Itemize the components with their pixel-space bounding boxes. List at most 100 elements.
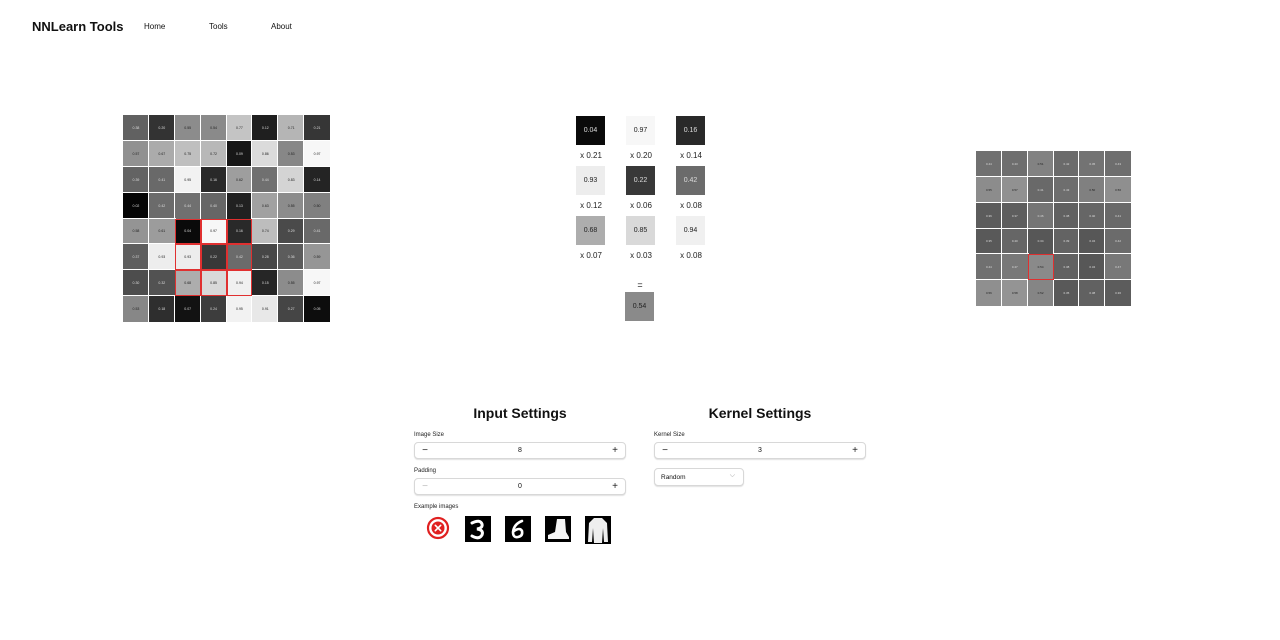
padding-decrement-button[interactable]: − bbox=[415, 479, 435, 494]
output-cell[interactable]: 0.56 bbox=[1104, 176, 1132, 204]
input-cell[interactable]: 0.02 bbox=[122, 192, 150, 219]
output-cell[interactable]: 0.43 bbox=[1104, 150, 1132, 178]
input-cell[interactable]: 0.57 bbox=[122, 140, 150, 168]
output-cell[interactable]: 0.38 bbox=[1053, 202, 1080, 229]
input-cell[interactable]: 0.75 bbox=[174, 140, 202, 168]
output-cell[interactable]: 0.52 bbox=[1027, 279, 1054, 307]
output-cell[interactable]: 0.37 bbox=[1001, 202, 1029, 229]
input-cell[interactable]: 0.86 bbox=[251, 140, 279, 168]
input-cell[interactable]: 0.41 bbox=[303, 218, 331, 245]
input-cell[interactable]: 0.97 bbox=[303, 140, 331, 168]
nav-tools[interactable]: Tools bbox=[209, 22, 228, 31]
output-cell[interactable]: 0.51 bbox=[1027, 150, 1054, 178]
clear-icon[interactable] bbox=[425, 516, 451, 544]
output-cell[interactable]: 0.50 bbox=[1078, 176, 1106, 204]
output-cell[interactable]: 0.34 bbox=[1078, 228, 1106, 255]
input-cell[interactable]: 0.18 bbox=[148, 295, 176, 323]
digit-6-icon[interactable] bbox=[505, 516, 531, 544]
kernel-size-value[interactable]: 3 bbox=[675, 447, 845, 454]
output-cell[interactable]: 0.43 bbox=[1053, 176, 1080, 204]
brand-logo[interactable]: NNLearn Tools bbox=[32, 19, 124, 34]
input-cell[interactable]: 0.71 bbox=[277, 114, 305, 142]
input-cell[interactable]: 0.58 bbox=[122, 218, 150, 245]
input-cell[interactable]: 0.91 bbox=[251, 295, 279, 323]
kernel-size-decrement-button[interactable]: − bbox=[655, 443, 675, 458]
output-cell[interactable]: 0.46 bbox=[1027, 202, 1054, 229]
input-cell[interactable]: 0.77 bbox=[226, 114, 253, 142]
output-cell[interactable]: 0.44 bbox=[975, 150, 1003, 178]
input-cell[interactable]: 0.53 bbox=[277, 140, 305, 168]
input-cell[interactable]: 0.93 bbox=[174, 244, 201, 271]
output-cell[interactable]: 0.47 bbox=[1001, 253, 1029, 281]
input-cell[interactable]: 0.93 bbox=[148, 243, 176, 271]
input-cell[interactable]: 0.42 bbox=[226, 244, 253, 271]
input-cell[interactable]: 0.41 bbox=[148, 166, 176, 194]
input-image-grid[interactable]: 0.38 0.20 0.55 0.54 0.77 0.12 0.71 0.21 0.57 0.67… bbox=[122, 114, 331, 323]
nav-about[interactable]: About bbox=[271, 22, 292, 31]
output-cell[interactable]: 0.54 bbox=[1027, 254, 1054, 281]
input-cell[interactable]: 0.61 bbox=[148, 218, 176, 245]
input-cell[interactable]: 0.85 bbox=[200, 270, 227, 297]
padding-value[interactable]: 0 bbox=[435, 483, 605, 490]
input-cell[interactable]: 0.39 bbox=[122, 166, 150, 194]
output-cell[interactable]: 0.35 bbox=[1053, 279, 1080, 307]
output-cell[interactable]: 0.57 bbox=[1001, 176, 1029, 204]
input-cell[interactable]: 0.07 bbox=[174, 295, 202, 323]
image-size-value[interactable]: 8 bbox=[435, 447, 605, 454]
input-cell[interactable]: 0.74 bbox=[251, 218, 279, 245]
output-cell[interactable]: 0.55 bbox=[975, 176, 1003, 204]
input-cell[interactable]: 0.27 bbox=[277, 295, 305, 323]
input-cell[interactable]: 0.20 bbox=[148, 114, 176, 142]
input-cell[interactable]: 0.59 bbox=[303, 243, 331, 271]
input-cell[interactable]: 0.54 bbox=[200, 114, 227, 142]
output-cell[interactable]: 0.56 bbox=[975, 279, 1003, 307]
input-cell[interactable]: 0.28 bbox=[251, 243, 279, 271]
coat-icon[interactable] bbox=[585, 516, 611, 544]
input-cell[interactable]: 0.13 bbox=[226, 192, 253, 219]
input-cell[interactable]: 0.55 bbox=[277, 192, 305, 219]
input-cell[interactable]: 0.42 bbox=[148, 192, 176, 219]
input-cell[interactable]: 0.16 bbox=[200, 166, 227, 194]
input-cell[interactable]: 0.67 bbox=[148, 140, 176, 168]
input-cell[interactable]: 0.44 bbox=[174, 192, 202, 219]
kernel-size-increment-button[interactable]: + bbox=[845, 443, 865, 458]
output-cell[interactable]: 0.43 bbox=[1001, 150, 1029, 178]
output-cell[interactable]: 0.47 bbox=[1104, 253, 1132, 281]
output-cell[interactable]: 0.38 bbox=[1078, 279, 1106, 307]
input-cell[interactable]: 0.32 bbox=[148, 269, 176, 297]
input-cell[interactable]: 0.04 bbox=[174, 218, 201, 245]
output-cell[interactable]: 0.45 bbox=[1078, 150, 1106, 178]
input-cell[interactable]: 0.40 bbox=[200, 192, 227, 219]
digit-3-icon[interactable] bbox=[465, 516, 491, 544]
input-cell[interactable]: 0.21 bbox=[303, 114, 331, 142]
output-cell[interactable]: 0.40 bbox=[1001, 228, 1029, 255]
input-cell[interactable]: 0.68 bbox=[174, 270, 201, 297]
padding-increment-button[interactable]: + bbox=[605, 479, 625, 494]
input-cell[interactable]: 0.53 bbox=[122, 295, 150, 323]
output-cell[interactable]: 0.58 bbox=[1001, 279, 1029, 307]
input-cell[interactable]: 0.55 bbox=[277, 269, 305, 297]
input-cell[interactable]: 0.24 bbox=[200, 295, 227, 323]
input-cell[interactable]: 0.16 bbox=[226, 218, 253, 245]
kernel-init-select[interactable]: Random ⌵ bbox=[654, 468, 744, 486]
output-cell[interactable]: 0.35 bbox=[975, 228, 1003, 255]
input-cell[interactable]: 0.14 bbox=[303, 166, 331, 194]
output-cell[interactable]: 0.40 bbox=[1078, 202, 1106, 229]
input-cell[interactable]: 0.83 bbox=[277, 166, 305, 194]
input-cell[interactable]: 0.12 bbox=[251, 114, 279, 142]
input-cell[interactable]: 0.22 bbox=[200, 244, 227, 271]
output-cell[interactable]: 0.34 bbox=[1078, 253, 1106, 281]
input-cell[interactable]: 0.94 bbox=[226, 270, 253, 297]
input-cell[interactable]: 0.97 bbox=[303, 269, 331, 297]
input-cell[interactable]: 0.15 bbox=[251, 269, 279, 297]
output-cell[interactable]: 0.36 bbox=[975, 202, 1003, 229]
boot-icon[interactable] bbox=[545, 516, 571, 544]
output-cell[interactable]: 0.34 bbox=[1027, 228, 1054, 255]
input-cell[interactable]: 0.30 bbox=[122, 269, 150, 297]
input-cell[interactable]: 0.05 bbox=[303, 295, 331, 323]
nav-home[interactable]: Home bbox=[144, 22, 165, 31]
input-cell[interactable]: 0.63 bbox=[251, 192, 279, 219]
input-cell[interactable]: 0.55 bbox=[174, 114, 202, 142]
input-cell[interactable]: 0.38 bbox=[122, 114, 150, 142]
input-cell[interactable]: 0.95 bbox=[174, 166, 202, 194]
